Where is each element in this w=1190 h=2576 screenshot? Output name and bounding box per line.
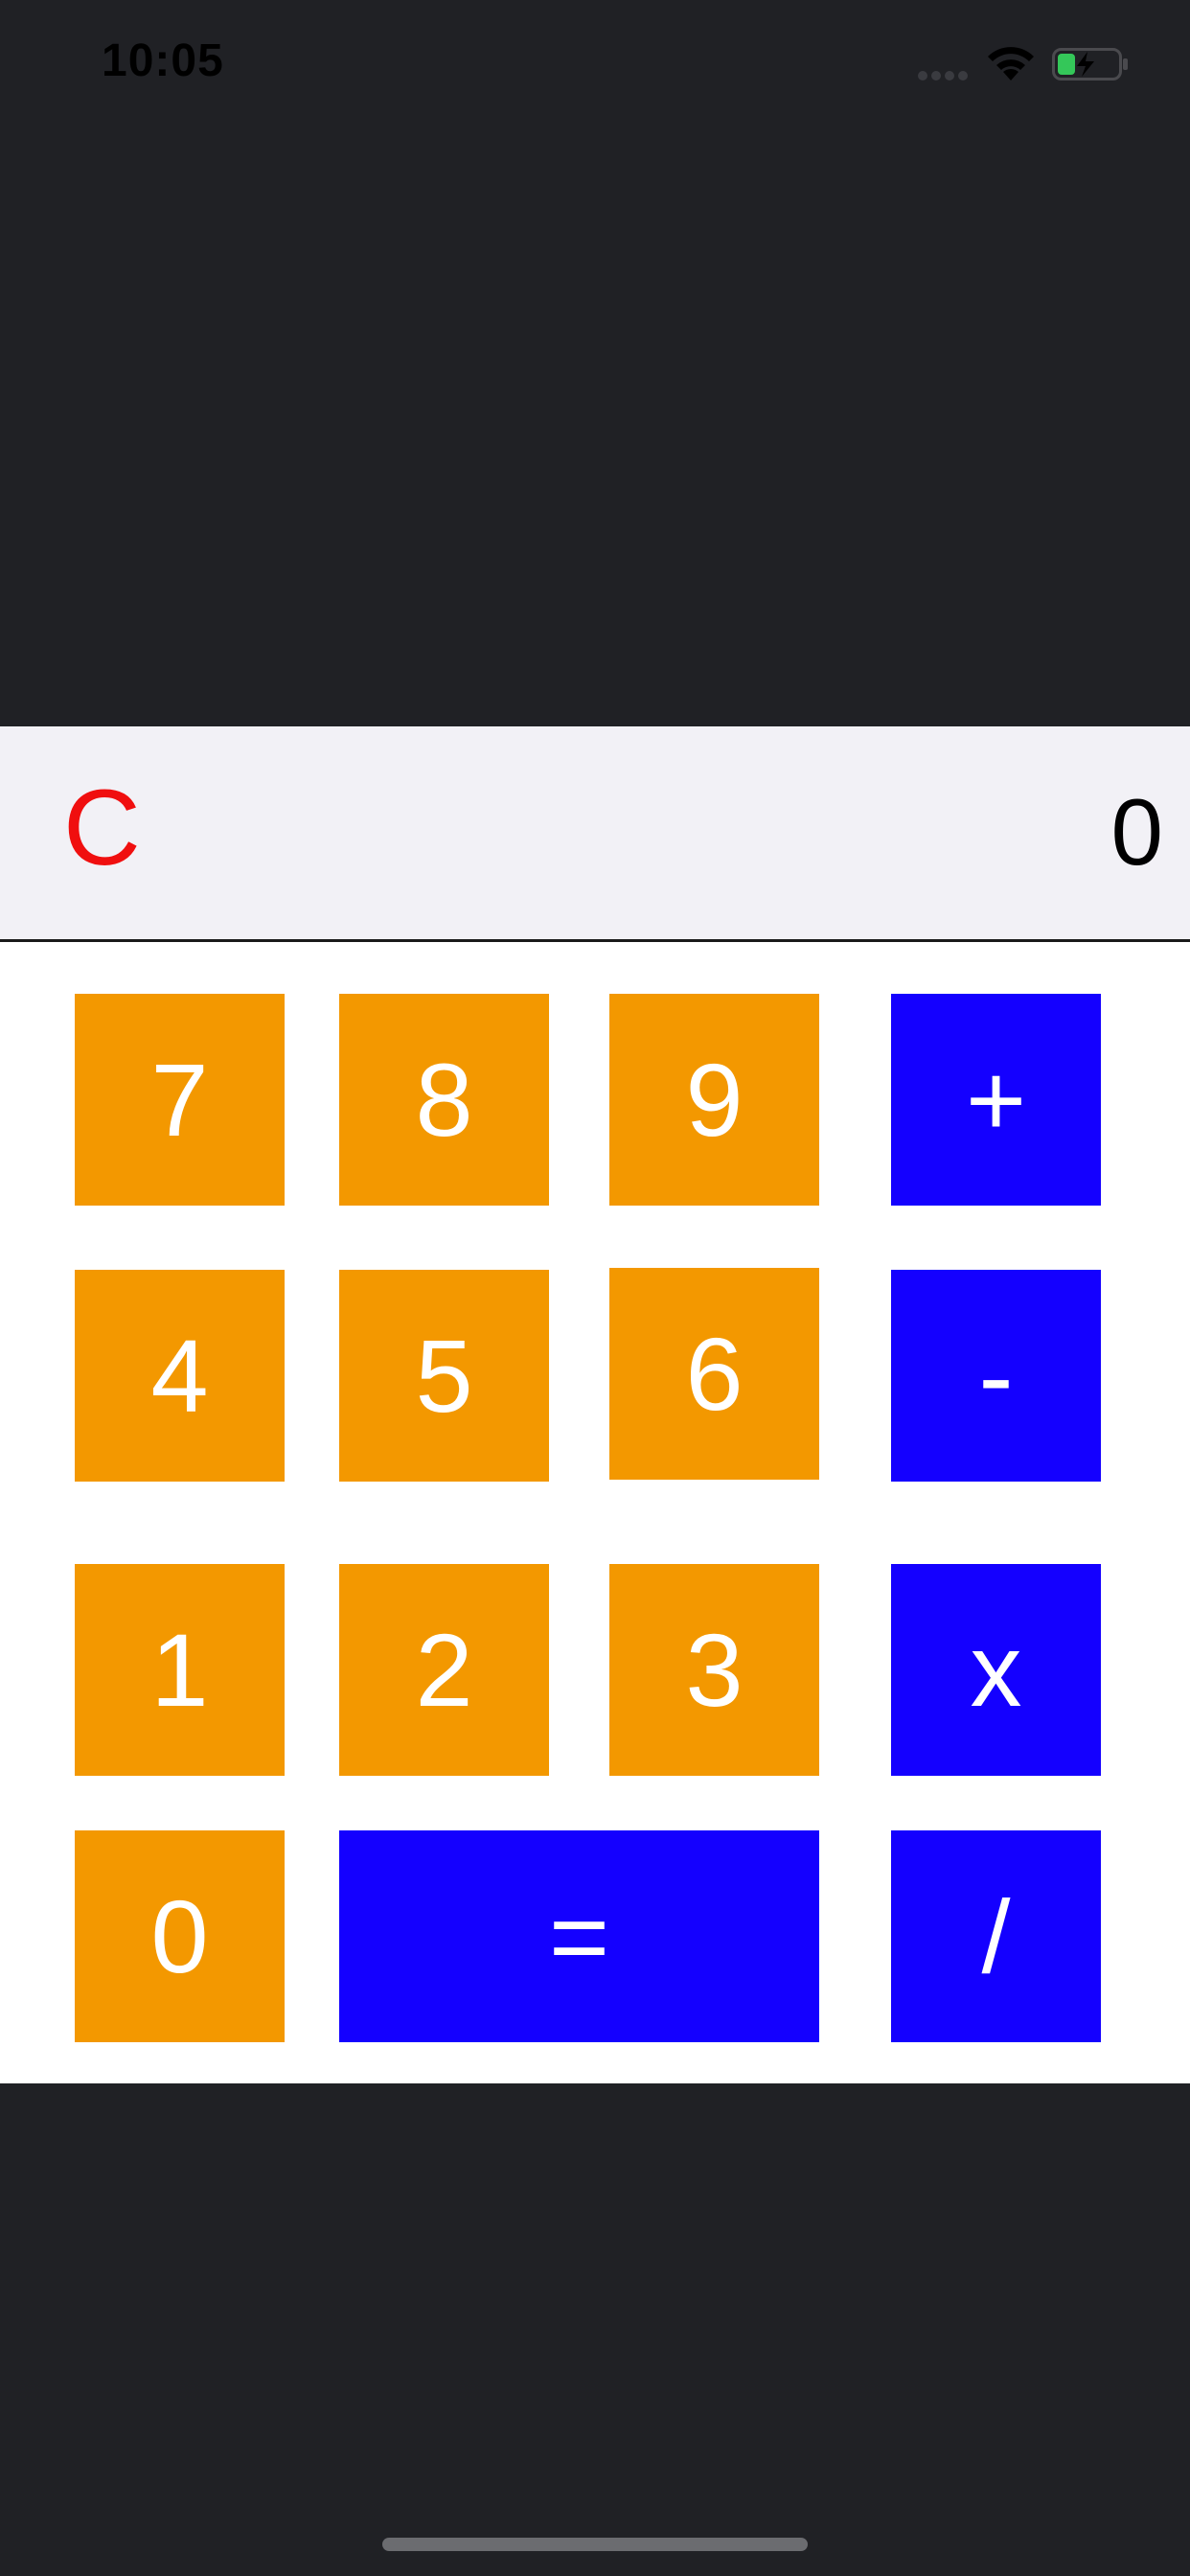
key-add[interactable]: + xyxy=(891,994,1101,1206)
key-7[interactable]: 7 xyxy=(75,994,285,1206)
key-3[interactable]: 3 xyxy=(609,1564,819,1776)
key-multiply[interactable]: x xyxy=(891,1564,1101,1776)
home-indicator[interactable] xyxy=(382,2538,808,2551)
key-divide[interactable]: / xyxy=(891,1830,1101,2042)
key-equals[interactable]: = xyxy=(339,1830,819,2042)
key-subtract[interactable]: - xyxy=(891,1270,1101,1482)
clear-button[interactable]: C xyxy=(63,774,141,882)
key-6[interactable]: 6 xyxy=(609,1268,819,1480)
key-5[interactable]: 5 xyxy=(339,1270,549,1482)
calculator-screen: 10:05 C 0 7 8 9 + 4 5 6 - 1 2 3 x 0 = / xyxy=(0,0,1190,2576)
key-1[interactable]: 1 xyxy=(75,1564,285,1776)
status-time: 10:05 xyxy=(102,35,224,86)
cellular-signal-icon xyxy=(918,71,970,80)
keypad: 7 8 9 + 4 5 6 - 1 2 3 x 0 = / xyxy=(0,942,1190,2083)
battery-charging-icon xyxy=(1052,48,1128,80)
key-8[interactable]: 8 xyxy=(339,994,549,1206)
key-2[interactable]: 2 xyxy=(339,1564,549,1776)
key-9[interactable]: 9 xyxy=(609,994,819,1206)
key-4[interactable]: 4 xyxy=(75,1270,285,1482)
wifi-icon xyxy=(988,47,1034,80)
key-0[interactable]: 0 xyxy=(75,1830,285,2042)
display-panel: C 0 xyxy=(0,726,1190,942)
display-value: 0 xyxy=(1110,779,1163,885)
